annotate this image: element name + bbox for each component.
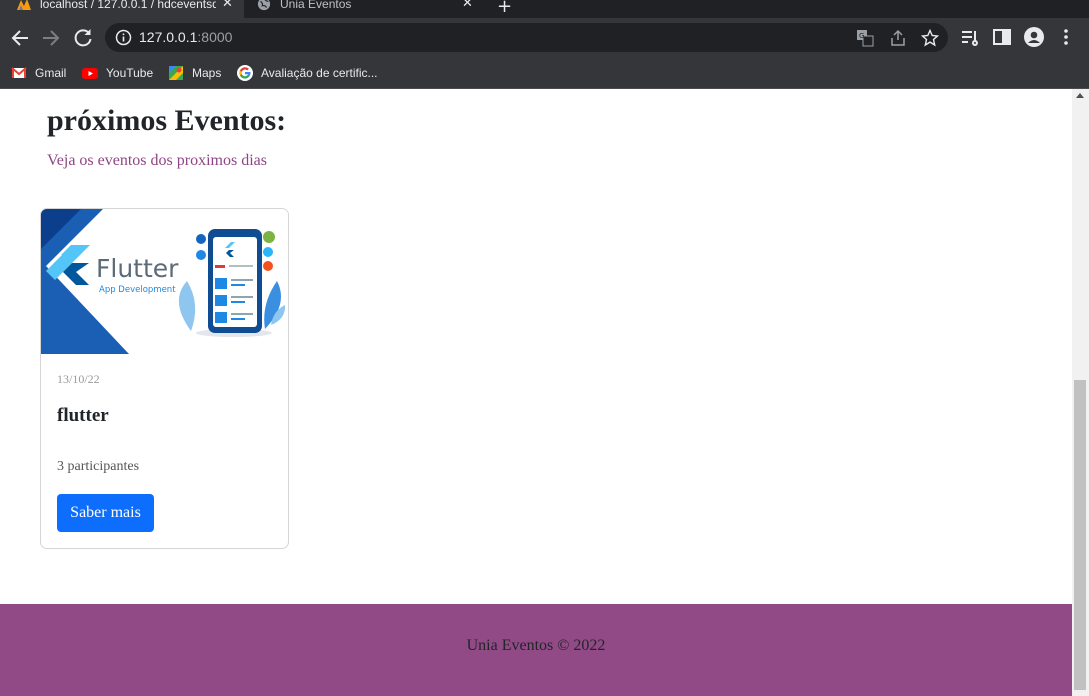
translate-icon[interactable]: G bbox=[856, 29, 874, 47]
profile-avatar-icon[interactable] bbox=[1024, 27, 1044, 47]
bookmark-label: YouTube bbox=[106, 66, 154, 80]
bookmark-gmail[interactable]: Gmail bbox=[11, 63, 66, 83]
event-date: 13/10/22 bbox=[57, 372, 100, 386]
scrollbar-thumb[interactable] bbox=[1074, 380, 1086, 690]
page-viewport: próximos Eventos: Veja os eventos dos pr… bbox=[0, 89, 1072, 696]
bookmark-label: Gmail bbox=[35, 66, 67, 80]
tab-title: localhost / 127.0.0.1 / hdceventsd bbox=[40, 0, 216, 11]
reading-list-icon[interactable] bbox=[960, 27, 980, 47]
bookmark-label: Maps bbox=[192, 66, 222, 80]
bookmarks-bar: Gmail YouTube Maps Avaliação de certific… bbox=[0, 58, 1089, 89]
side-panel-icon[interactable] bbox=[992, 27, 1012, 47]
section-title: próximos Eventos: bbox=[47, 104, 287, 137]
event-title: flutter bbox=[57, 405, 109, 426]
section-subtitle: Veja os eventos dos proximos dias bbox=[47, 152, 267, 169]
saber-mais-button[interactable]: Saber mais bbox=[57, 494, 154, 532]
browser-toolbar: 127.0.0.1:8000 G bbox=[0, 18, 1089, 58]
new-tab-icon[interactable]: + bbox=[497, 0, 512, 17]
tab-unia-eventos[interactable]: Unia Eventos ✕ bbox=[244, 0, 484, 18]
globe-icon bbox=[257, 0, 271, 11]
flutter-brand-text: Flutter bbox=[96, 254, 179, 283]
close-tab-icon[interactable]: ✕ bbox=[462, 0, 473, 11]
phpmyadmin-icon bbox=[17, 0, 31, 10]
reload-icon[interactable] bbox=[71, 26, 95, 50]
url-text: 127.0.0.1:8000 bbox=[139, 29, 232, 45]
share-icon[interactable] bbox=[889, 29, 907, 47]
scroll-up-arrow-icon[interactable] bbox=[1076, 93, 1084, 98]
youtube-icon bbox=[82, 68, 98, 79]
close-tab-icon[interactable]: ✕ bbox=[222, 0, 233, 11]
event-participants: 3 participantes bbox=[57, 459, 140, 474]
event-card: Flutter App Development 13/10/22 flutter… bbox=[40, 208, 289, 549]
flutter-tagline-text: App Development bbox=[99, 285, 176, 295]
gmail-icon bbox=[11, 67, 27, 78]
bookmark-maps[interactable]: Maps bbox=[168, 63, 221, 83]
menu-kebab-icon[interactable] bbox=[1056, 27, 1076, 47]
bookmark-star-icon[interactable] bbox=[921, 29, 939, 47]
address-bar[interactable]: 127.0.0.1:8000 G bbox=[105, 23, 948, 52]
flutter-banner-image: Flutter App Development bbox=[41, 209, 288, 354]
bookmark-youtube[interactable]: YouTube bbox=[82, 63, 153, 83]
back-icon[interactable] bbox=[8, 26, 32, 50]
url-port: :8000 bbox=[197, 29, 233, 45]
url-host: 127.0.0.1 bbox=[139, 29, 198, 45]
page-scrollbar[interactable] bbox=[1072, 89, 1089, 696]
forward-icon[interactable] bbox=[39, 26, 63, 50]
google-icon bbox=[237, 65, 253, 81]
footer-text: Unia Eventos © 2022 bbox=[466, 637, 606, 654]
tab-title: Unia Eventos bbox=[280, 0, 352, 11]
site-info-icon[interactable] bbox=[115, 29, 132, 46]
bookmark-avaliacao[interactable]: Avaliação de certific... bbox=[237, 63, 378, 83]
tab-localhost[interactable]: localhost / 127.0.0.1 / hdceventsd ✕ bbox=[0, 0, 244, 18]
svg-text:G: G bbox=[859, 32, 864, 40]
page-footer: Unia Eventos © 2022 bbox=[0, 604, 1072, 696]
tab-strip: localhost / 127.0.0.1 / hdceventsd ✕ Uni… bbox=[0, 0, 1089, 18]
bookmark-label: Avaliação de certific... bbox=[261, 66, 378, 80]
maps-icon bbox=[169, 66, 183, 80]
event-image: Flutter App Development bbox=[41, 209, 288, 354]
